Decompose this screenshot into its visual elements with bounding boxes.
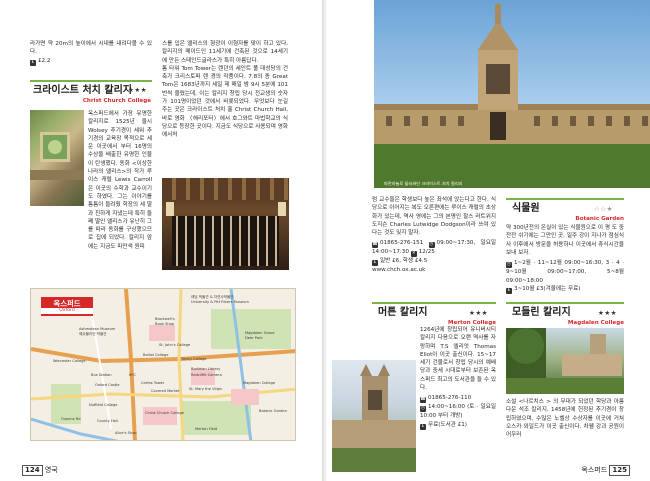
magdalen-text: 소설 <나르치스 > 의 무대가 되었던 학당과 아름다운 석조 칼리지. 14…: [506, 399, 624, 439]
website-link[interactable]: www.chch.ox.ac.uk: [372, 267, 425, 273]
tower-illustration: [374, 3, 650, 188]
botanic-hours: 1~2월 · 11~12월 09:00~16:30, 3 · 4 · 9~10월…: [506, 260, 624, 284]
admission-price: 일반 £6, 학생 £4.5: [380, 258, 428, 265]
magdalen-title-en: Magdalen College: [567, 320, 624, 326]
page-number: 125: [609, 465, 630, 476]
merton-info: ☎ 01865-276-110 ◷ 14:00~16:00 (토 · 일요일 10:…: [420, 394, 496, 430]
page-number-left: 124 영국: [22, 465, 58, 476]
map-label: Blackwell's: [155, 317, 175, 321]
botanic-title-en: Botanic Garden: [575, 216, 624, 222]
map-label: Trinity College: [181, 357, 207, 361]
closed-days: 12/25: [418, 249, 435, 256]
map-label: Merton Field: [195, 427, 218, 431]
clock-icon: ◷: [420, 406, 426, 413]
map-label: 레딩 박물관 & 자연사박물관: [191, 295, 234, 299]
oxford-map[interactable]: 옥스퍼드 Oxford 레딩 박물관 & 자연사박물관 University &…: [30, 288, 296, 441]
phone-icon: ☎: [372, 242, 378, 249]
map-label: Covered Market: [151, 389, 180, 393]
map-label: Christ Church College: [145, 411, 184, 415]
map-label: Oxpens Rd: [61, 417, 81, 421]
map-label: Worcester College: [53, 359, 86, 363]
map-label: Carfax Tower: [141, 381, 165, 385]
map-label: St. Mary the Virgin: [189, 387, 223, 391]
map-label: University & Pitt Rivers Museum: [191, 300, 249, 304]
section-bar: [506, 198, 624, 200]
botanic-price: 3~10월 £3(겨울에는 무료): [514, 286, 581, 293]
price-icon: £: [30, 59, 36, 66]
christ-church-tower-photo: 파란하늘로 둘러싸인 크라이스트 처치 칼리지: [374, 0, 650, 188]
botanic-info: ◷ 1~2월 · 11~12월 09:00~16:30, 3 · 4 · 9~10…: [506, 259, 624, 295]
christ-church-stars: ★★★: [128, 86, 147, 94]
merton-hours: 14:00~16:00 (토 · 일요일 10:00 부터 개방): [420, 404, 496, 420]
map-title-box: 옥스퍼드 Oxford: [41, 297, 93, 316]
christ-church-col2: 스를 입은 앨리스의 형광이 이형자를 맞이 하고 있다. 칼리지의 메이드인 …: [162, 40, 288, 140]
christ-church-continued: 럼 교수들은 학생보다 높은 좌석에 앉는다고 한다. 식당으로 이어지는 복도…: [372, 196, 496, 275]
map-label: Magdalen College: [243, 381, 276, 385]
intro-price-row: £ £2.2: [30, 57, 152, 66]
map-label: Ashmolean Museum: [79, 327, 116, 331]
page-section: 영국: [44, 466, 58, 474]
clock-icon: ◷: [506, 262, 512, 269]
magdalen-college-photo: [506, 328, 624, 394]
christ-church-hall-photo: [162, 178, 289, 270]
intro-paragraph: 라가면 약 20m의 높이에서 시내를 내려다볼 수 있다. £ £2.2: [30, 40, 152, 66]
right-page: 파란하늘로 둘러싸인 크라이스트 처치 칼리지 럼 교수들은 학생보다 높은 좌…: [326, 0, 650, 481]
merton-text: 1264년에 창립되어 유니버시티 칼리지 다음으로 오랜 역사를 자랑하며 T…: [420, 327, 496, 392]
merton-body: 1264년에 창립되어 유니버시티 칼리지 다음으로 오랜 역사를 자랑하며 T…: [420, 326, 496, 430]
christ-church-col2-text2: 톰 타워 Tom Tower는 렌던의 세인트 폴 대성당의 건축가 크리스토퍼…: [162, 65, 288, 139]
map-label: County Hall: [97, 419, 118, 423]
magdalen-stars: ★★★: [598, 309, 617, 317]
section-bar: [30, 80, 152, 82]
botanic-text: 약 300년전의 온실이 있는 식물원으로 이 평 도 중 잔잔 쉬기에는 그만…: [506, 225, 624, 256]
map-label: Book Shop: [155, 322, 175, 326]
map-label: 애쉬몰리언 박물관: [79, 332, 107, 336]
map-label: Alice's Shop: [115, 431, 137, 435]
intro-price: £2.2: [38, 57, 51, 64]
section-bar: [372, 302, 496, 304]
map-label: Radcliffe Camera: [191, 373, 222, 377]
merton-price: 무료(도서관 £1): [428, 421, 467, 428]
botanic-stars: ☆☆★: [594, 205, 613, 213]
christ-church-info: ☎ 01865-276-151 ◷ 09:00~17:30, 일요일 14:00~1…: [372, 239, 496, 275]
merton-stars: ★★★: [469, 309, 488, 317]
christ-church-col1: 옥스퍼드에서 가장 유명한 칼리지로 1525년 울시 Wolsey 추기경이 …: [88, 110, 152, 251]
map-title: 옥스퍼드: [53, 299, 81, 308]
merton-college-photo: [332, 360, 416, 472]
christ-church-col1-text: 옥스퍼드에서 가장 유명한 칼리지로 1525년 울시 Wolsey 추기경이 …: [88, 111, 152, 250]
map-label: Deer Park: [245, 336, 263, 340]
botanic-body: 약 300년전의 온실이 있는 식물원으로 이 평 도 중 잔잔 쉬기에는 그만…: [506, 224, 624, 295]
merton-phone: 01865-276-110: [428, 395, 472, 402]
map-label: Oxford Castle: [95, 383, 120, 387]
map-label: Botanic Garden: [259, 409, 287, 413]
section-bar: [506, 302, 624, 304]
christ-church-col2-text: 스를 입은 앨리스의 형광이 이형자를 맞이 하고 있다. 칼리지의 메이드인 …: [162, 41, 288, 64]
map-label: Balliol College: [143, 353, 169, 357]
intro-text: 라가면 약 20m의 높이에서 시내를 내려다볼 수 있다.: [30, 41, 152, 56]
christ-church-continued-text: 럼 교수들은 학생보다 높은 좌석에 앉는다고 한다. 식당으로 이어지는 복도…: [372, 197, 496, 237]
map-title-en: Oxford: [41, 308, 93, 314]
christ-church-aerial-photo: [30, 110, 84, 206]
clock-icon: ◷: [428, 242, 435, 249]
photo-caption: 파란하늘로 둘러싸인 크라이스트 처치 칼리지: [384, 181, 463, 186]
map-label: St. John's College: [159, 343, 191, 347]
christ-church-title-en: Christ Church College: [82, 98, 151, 104]
map-label: Bodleian Library: [191, 367, 221, 371]
price-icon: £: [506, 288, 512, 295]
map-label: Bus Station: [91, 373, 112, 377]
magdalen-body: 소설 <나르치스 > 의 무대가 되었던 학당과 아름다운 석조 칼리지. 14…: [506, 398, 624, 439]
page-section: 옥스퍼드: [581, 466, 608, 474]
map-label: Nuffield College: [89, 403, 118, 407]
map-label: KFC: [129, 373, 136, 377]
left-page: 라가면 약 20m의 높이에서 시내를 내려다볼 수 있다. £ £2.2 크라이…: [0, 0, 324, 481]
page-number-right: 옥스퍼드 125: [581, 465, 630, 476]
map-label: Magdalen Grove: [245, 331, 275, 335]
magdalen-illustration: [506, 328, 624, 394]
price-icon: £: [420, 423, 426, 430]
page-number: 124: [22, 465, 43, 476]
phone-number: 01865-276-151: [380, 240, 424, 247]
merton-illustration: [332, 364, 416, 472]
